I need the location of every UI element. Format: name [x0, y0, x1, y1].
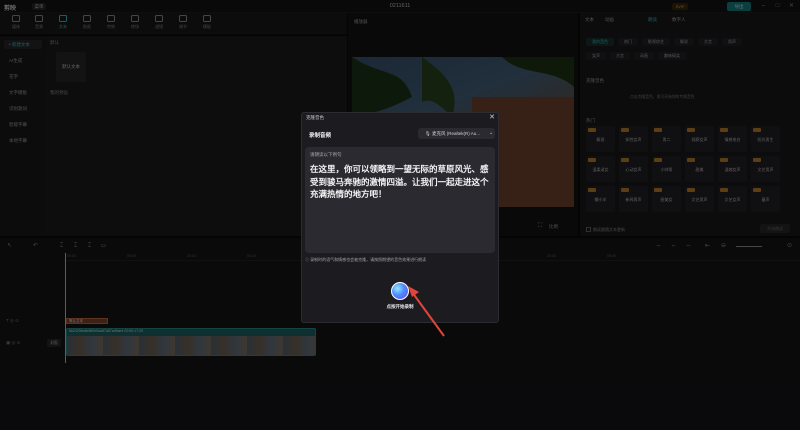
script-text: 在这里，你可以领略到一望无际的草原风光、感受到骏马奔驰的激情四溢。让我们一起走进… — [310, 164, 489, 199]
recording-notice: ⓘ 录制时的语气和情感也会被克隆，请按照期望的音色效果进行朗读 — [305, 257, 427, 262]
script-hint: 请朗读以下例句 — [310, 152, 342, 157]
microphone-icon: 🎙 — [425, 131, 432, 136]
microphone-device-name: 麦克风 (Realtek(R) Au... — [431, 131, 480, 136]
dialog-title: 克隆音色 — [306, 115, 324, 120]
dialog-close-icon[interactable]: ✕ — [488, 114, 496, 122]
dialog-subtitle: 录制音频 — [309, 133, 332, 139]
microphone-select[interactable]: 🎙 麦克风 (Realtek(R) Au... — [418, 128, 495, 139]
annotation-arrow-icon — [408, 286, 445, 337]
chevron-down-icon[interactable]: ⌄ — [489, 130, 493, 136]
